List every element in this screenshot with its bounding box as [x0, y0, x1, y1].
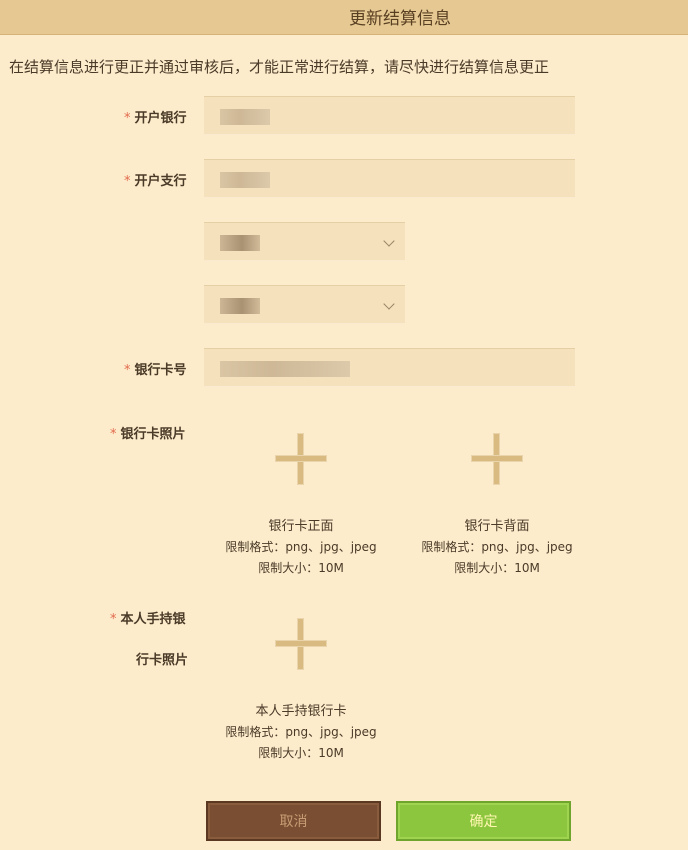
- card-number-label: * 银行卡号: [124, 363, 187, 378]
- chevron-down-icon: [383, 235, 395, 247]
- upload-handheld-button[interactable]: [276, 619, 326, 669]
- upload-front-caption: 银行卡正面 限制格式：png、jpg、jpeg 限制大小：10M: [225, 519, 377, 575]
- notice-text: 在结算信息进行更正并通过审核后，才能正常进行结算，请尽快进行结算信息更正: [9, 58, 550, 76]
- upload-handheld-caption: 本人手持银行卡 限制格式：png、jpg、jpeg 限制大小：10M: [225, 704, 377, 760]
- card-number-input[interactable]: [204, 348, 575, 387]
- upload-back-button[interactable]: [472, 434, 522, 484]
- handheld-label-line1: * 本人手持银: [110, 612, 186, 627]
- required-mark: *: [110, 612, 117, 627]
- required-mark: *: [124, 363, 131, 378]
- dialog-title: 更新结算信息: [349, 9, 451, 29]
- bank-label: * 开户银行: [124, 111, 187, 126]
- chevron-down-icon: [383, 298, 395, 310]
- required-mark: *: [124, 111, 131, 126]
- redacted-value: [220, 235, 260, 251]
- dialog-titlebar: 更新结算信息: [0, 0, 688, 35]
- card-photo-label: * 银行卡照片: [110, 427, 186, 442]
- upload-back-caption: 银行卡背面 限制格式：png、jpg、jpeg 限制大小：10M: [421, 519, 573, 575]
- branch-input[interactable]: [204, 159, 575, 198]
- redacted-value: [220, 361, 350, 377]
- handheld-label-line2: 行卡照片: [136, 653, 189, 668]
- branch-label: * 开户支行: [124, 174, 187, 189]
- upload-front-button[interactable]: [276, 434, 326, 484]
- redacted-value: [220, 109, 270, 125]
- province-select[interactable]: [204, 222, 405, 261]
- confirm-button[interactable]: 确定: [396, 801, 571, 841]
- redacted-value: [220, 298, 260, 314]
- required-mark: *: [110, 427, 117, 442]
- bank-input[interactable]: [204, 96, 575, 135]
- required-mark: *: [124, 174, 131, 189]
- city-select[interactable]: [204, 285, 405, 324]
- cancel-button[interactable]: 取消: [206, 801, 381, 841]
- redacted-value: [220, 172, 270, 188]
